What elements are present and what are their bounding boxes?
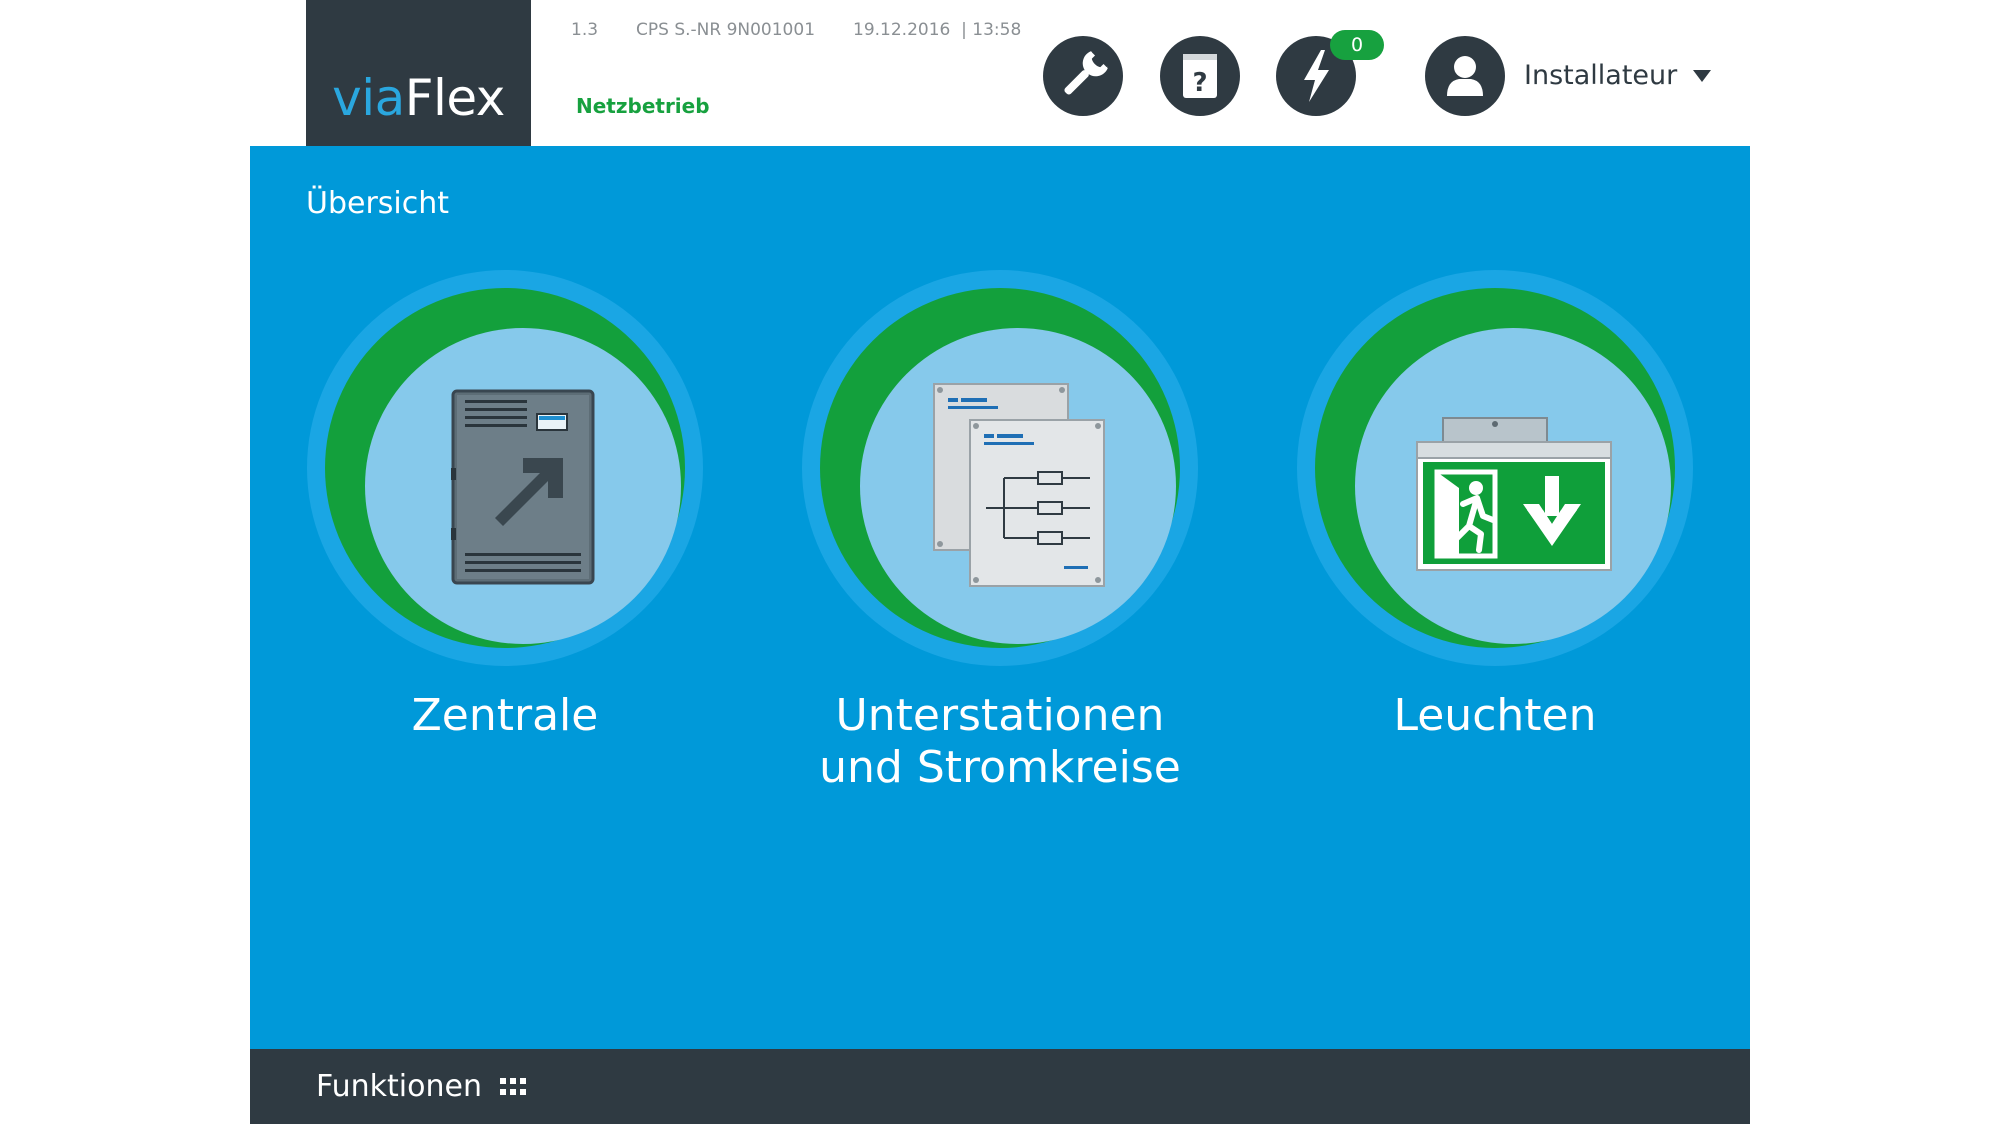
user-name[interactable]: Installateur	[1524, 60, 1677, 91]
status-ring	[325, 288, 685, 648]
tile-ring	[307, 270, 703, 666]
date-time: 19.12.2016 | 13:58	[853, 20, 1022, 40]
help-manual-icon: ?	[1183, 54, 1217, 98]
page-title: Übersicht	[306, 186, 450, 221]
exit-sign-icon	[1416, 417, 1612, 571]
svg-text:?: ?	[1192, 68, 1207, 98]
footer-bar: Funktionen	[250, 1049, 1750, 1124]
control-cabinet-icon	[451, 389, 595, 585]
overview-panel: Übersicht Zentrale Unterstationen und St…	[250, 146, 1750, 1049]
settings-button[interactable]	[1043, 36, 1123, 116]
serial-number: CPS S.-NR 9N001001	[636, 20, 816, 40]
tile-ring	[1297, 270, 1693, 666]
event-count-badge: 0	[1330, 30, 1384, 60]
tile-label-unterstationen: Unterstationen und Stromkreise	[819, 690, 1181, 793]
wrench-icon	[1064, 51, 1108, 95]
version-label: 1.3	[571, 20, 599, 40]
circuit-diagram-icon	[933, 383, 1105, 587]
status-ring	[1315, 288, 1675, 648]
user-avatar[interactable]	[1425, 36, 1505, 116]
chevron-down-icon[interactable]	[1693, 70, 1711, 82]
user-icon	[1447, 56, 1483, 96]
operating-mode: Netzbetrieb	[576, 94, 710, 118]
tile-label-leuchten: Leuchten	[1393, 690, 1597, 741]
logo-block: viaFlex	[306, 0, 531, 146]
status-ring	[820, 288, 1180, 648]
tile-leuchten[interactable]: Leuchten	[1297, 270, 1693, 742]
tile-unterstationen[interactable]: Unterstationen und Stromkreise	[802, 270, 1198, 794]
tile-label-zentrale: Zentrale	[411, 690, 599, 741]
tile-ring	[802, 270, 1198, 666]
grid-menu-icon[interactable]	[500, 1078, 528, 1096]
tile-zentrale[interactable]: Zentrale	[307, 270, 703, 742]
manual-button[interactable]: ?	[1160, 36, 1240, 116]
tile-icon-area	[1355, 328, 1671, 644]
tile-icon-area	[860, 328, 1176, 644]
app-logo: viaFlex	[332, 69, 505, 127]
functions-menu-button[interactable]: Funktionen	[316, 1069, 482, 1104]
tile-icon-area	[365, 328, 681, 644]
